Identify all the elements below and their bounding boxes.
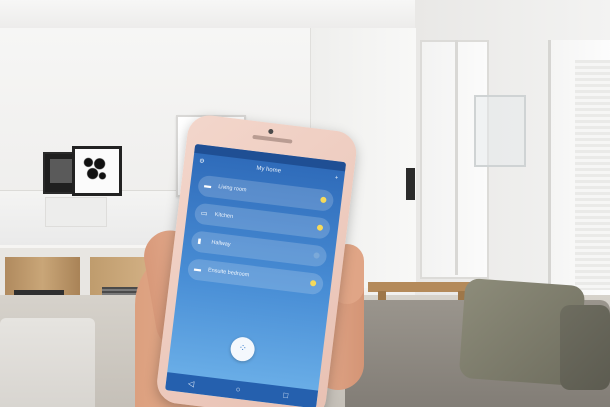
window-mullion bbox=[455, 40, 458, 275]
sofa-cushion bbox=[560, 305, 610, 390]
phone-screen: ⚙ My home + ▬ Living room ▭ Kitchen ▮ Ha… bbox=[165, 143, 347, 407]
shelf-panel bbox=[45, 197, 107, 227]
bulb-icon[interactable] bbox=[316, 224, 324, 232]
room-list: ▬ Living room ▭ Kitchen ▮ Hallway ▬ Ensu… bbox=[186, 174, 335, 303]
bulb-icon[interactable] bbox=[309, 279, 317, 287]
door-icon: ▮ bbox=[196, 237, 202, 246]
wall-sconce bbox=[406, 168, 415, 200]
room-label: Living room bbox=[217, 184, 247, 194]
add-icon[interactable]: + bbox=[334, 170, 339, 186]
sofa-icon: ▬ bbox=[203, 182, 212, 191]
smartphone: ⚙ My home + ▬ Living room ▭ Kitchen ▮ Ha… bbox=[154, 113, 359, 407]
home-icon[interactable]: ○ bbox=[235, 381, 242, 399]
glass-cabinet bbox=[474, 95, 526, 167]
bulb-icon[interactable] bbox=[313, 252, 320, 259]
back-icon[interactable]: ◁ bbox=[187, 375, 195, 394]
room-label: Kitchen bbox=[214, 211, 234, 220]
settings-icon[interactable]: ⚙ bbox=[198, 154, 205, 171]
living-room-scene: ⚙ My home + ▬ Living room ▭ Kitchen ▮ Ha… bbox=[0, 0, 610, 407]
window-blind bbox=[575, 60, 610, 290]
bulb-icon[interactable] bbox=[320, 196, 327, 204]
kitchen-icon: ▭ bbox=[200, 210, 208, 218]
artwork-dark-inner bbox=[50, 159, 72, 183]
armchair bbox=[0, 318, 95, 407]
recents-icon[interactable]: □ bbox=[282, 387, 289, 405]
bed-icon: ▬ bbox=[193, 265, 202, 274]
app-title: My home bbox=[256, 165, 282, 175]
grid-icon[interactable]: ⁘ bbox=[229, 335, 256, 363]
room-label: Hallway bbox=[211, 239, 231, 248]
room-label: Ensuite bedroom bbox=[207, 267, 250, 279]
artwork-pattern bbox=[80, 154, 108, 182]
